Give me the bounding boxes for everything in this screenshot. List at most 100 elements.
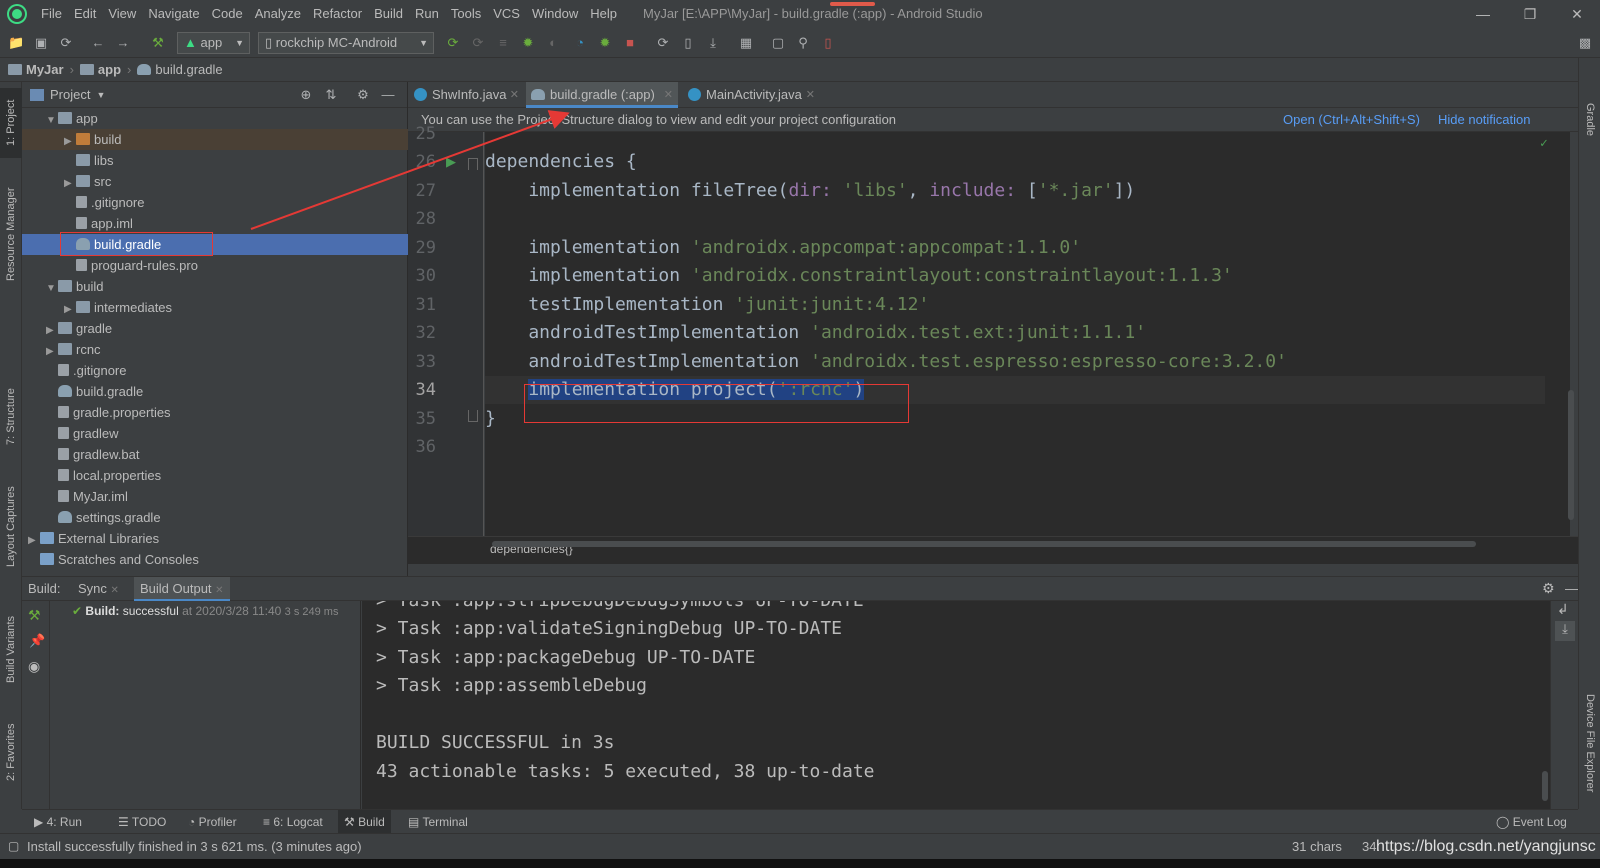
editor-vertical-scrollbar[interactable]: [1568, 390, 1574, 520]
tab-mainactivity-java[interactable]: MainActivity.java ✕: [682, 82, 820, 108]
build-hammer-icon[interactable]: ⚒: [28, 607, 41, 624]
open-project-structure-link[interactable]: Open (Ctrl+Alt+Shift+S): [1283, 108, 1420, 132]
tab-layout-captures[interactable]: Layout Captures: [0, 477, 22, 577]
menu-refactor[interactable]: Refactor: [307, 0, 368, 28]
run-config-combo[interactable]: ▲ app ▼: [177, 32, 250, 54]
tree-item[interactable]: ▶ gradle: [22, 318, 408, 339]
device-manager-icon[interactable]: ▯: [820, 35, 836, 51]
layout-inspector-icon[interactable]: ▢: [770, 35, 786, 51]
expand-arrow-icon[interactable]: ▼: [46, 278, 58, 299]
tab-logcat[interactable]: ≡ 6: Logcat: [257, 810, 329, 834]
collapse-arrow-icon[interactable]: ▶: [64, 299, 76, 320]
apply-changes-icon[interactable]: ⟳: [445, 35, 461, 51]
tree-item[interactable]: gradlew: [22, 423, 408, 444]
close-tab-icon[interactable]: ✕: [215, 585, 223, 596]
run-tests-icon[interactable]: ≡: [495, 35, 511, 51]
tree-item[interactable]: libs: [22, 150, 408, 171]
tree-item[interactable]: Scratches and Consoles: [22, 549, 408, 570]
menu-view[interactable]: View: [102, 0, 142, 28]
scroll-to-end-icon[interactable]: ⤓: [1555, 621, 1575, 641]
tab-build-variants[interactable]: Build Variants: [0, 602, 22, 697]
tab-favorites[interactable]: 2: Favorites: [0, 712, 22, 792]
tree-item[interactable]: proguard-rules.pro: [22, 255, 408, 276]
breadcrumb-item-build-gradle[interactable]: build.gradle: [137, 62, 223, 77]
tree-item[interactable]: settings.gradle: [22, 507, 408, 528]
menu-window[interactable]: Window: [526, 0, 584, 28]
save-all-icon[interactable]: ▣: [33, 35, 49, 51]
hide-panel-icon[interactable]: —: [1565, 577, 1578, 600]
locate-icon[interactable]: ⊕: [298, 87, 314, 103]
menu-navigate[interactable]: Navigate: [142, 0, 205, 28]
tree-item[interactable]: ▶ build: [22, 129, 408, 150]
tree-item[interactable]: MyJar.iml: [22, 486, 408, 507]
tree-item[interactable]: ▼ build: [22, 276, 408, 297]
close-tab-icon[interactable]: ✕: [664, 82, 673, 108]
expand-arrow-icon[interactable]: ▼: [46, 110, 58, 131]
tab-sync[interactable]: Sync ✕: [78, 577, 119, 602]
tree-item[interactable]: gradlew.bat: [22, 444, 408, 465]
collapse-arrow-icon[interactable]: ▶: [28, 530, 40, 551]
build-result-row[interactable]: ✔ Build: successful at 2020/3/28 11:40 3…: [72, 601, 338, 623]
tree-item[interactable]: build.gradle: [22, 381, 408, 402]
menu-analyze[interactable]: Analyze: [249, 0, 307, 28]
breadcrumb-item-myjar[interactable]: MyJar ›: [8, 62, 74, 77]
close-tab-icon[interactable]: ✕: [111, 585, 119, 596]
output-scrollbar[interactable]: [1542, 771, 1548, 801]
search-everywhere-icon[interactable]: ⚲: [795, 35, 811, 51]
tab-build-output[interactable]: Build Output ✕: [134, 577, 230, 602]
tree-item[interactable]: ▶ intermediates: [22, 297, 408, 318]
hide-notification-link[interactable]: Hide notification: [1438, 108, 1531, 132]
tab-shwinfo-java[interactable]: ShwInfo.java ✕: [408, 82, 524, 108]
collapse-arrow-icon[interactable]: ▶: [64, 173, 76, 194]
code-editor[interactable]: dependencies { implementation fileTree(d…: [485, 132, 1570, 536]
menu-run[interactable]: Run: [409, 0, 445, 28]
tab-device-file-explorer[interactable]: Device File Explorer: [1579, 683, 1600, 803]
close-window-icon[interactable]: ✕: [1554, 0, 1600, 28]
menu-vcs[interactable]: VCS: [487, 0, 526, 28]
menu-edit[interactable]: Edit: [68, 0, 102, 28]
user-icon[interactable]: ▩: [1577, 35, 1593, 51]
minimize-icon[interactable]: —: [1460, 0, 1506, 28]
eye-icon[interactable]: ◉: [28, 658, 40, 675]
restore-icon[interactable]: ❐: [1507, 0, 1553, 28]
tree-item[interactable]: ▶ rcnc: [22, 339, 408, 360]
tree-item[interactable]: app.iml: [22, 213, 408, 234]
tab-gradle[interactable]: Gradle: [1579, 90, 1600, 150]
collapse-arrow-icon[interactable]: ▶: [46, 341, 58, 362]
close-tab-icon[interactable]: ✕: [806, 82, 815, 108]
back-icon[interactable]: ←: [90, 35, 106, 51]
menu-file[interactable]: File: [35, 0, 68, 28]
coverage-icon[interactable]: ◐: [545, 35, 561, 51]
tab-profiler[interactable]: ◔ Profiler: [182, 810, 243, 834]
tree-item[interactable]: ▶ src: [22, 171, 408, 192]
debug-icon[interactable]: ✹: [520, 35, 536, 51]
tree-item[interactable]: .gitignore: [22, 360, 408, 381]
sdk-manager-icon[interactable]: ⤓: [705, 35, 721, 51]
pin-icon[interactable]: 📌: [29, 633, 45, 649]
menu-code[interactable]: Code: [206, 0, 249, 28]
make-project-hammer-icon[interactable]: ⚒: [150, 35, 166, 51]
open-folder-icon[interactable]: 📁: [8, 35, 24, 51]
fold-icon[interactable]: [468, 158, 478, 170]
tree-item[interactable]: .gitignore: [22, 192, 408, 213]
status-message[interactable]: Install successfully finished in 3 s 621…: [27, 834, 362, 859]
tree-item[interactable]: ▼ app: [22, 108, 408, 129]
hide-panel-icon[interactable]: —: [380, 87, 396, 103]
tab-structure[interactable]: 7: Structure: [0, 377, 22, 457]
gear-icon[interactable]: ⚙: [1542, 577, 1555, 600]
forward-icon[interactable]: →: [115, 35, 131, 51]
close-tab-icon[interactable]: ✕: [510, 82, 519, 108]
menu-build[interactable]: Build: [368, 0, 409, 28]
editor-horizontal-scrollbar[interactable]: [492, 541, 1476, 547]
collapse-arrow-icon[interactable]: ▶: [64, 131, 76, 152]
collapse-all-icon[interactable]: ⇅: [323, 87, 339, 103]
tree-item[interactable]: ▶ External Libraries: [22, 528, 408, 549]
soft-wrap-icon[interactable]: ↲: [1557, 601, 1569, 618]
apply-code-changes-icon[interactable]: ⟳: [470, 35, 486, 51]
stop-icon[interactable]: ■: [622, 35, 638, 51]
tab-terminal[interactable]: ▤ Terminal: [402, 810, 474, 834]
tree-item[interactable]: local.properties: [22, 465, 408, 486]
project-view-label[interactable]: Project: [50, 87, 90, 102]
tab-build-gradle-app[interactable]: build.gradle (:app) ✕: [526, 82, 678, 108]
sync-icon[interactable]: ⟳: [58, 35, 74, 51]
